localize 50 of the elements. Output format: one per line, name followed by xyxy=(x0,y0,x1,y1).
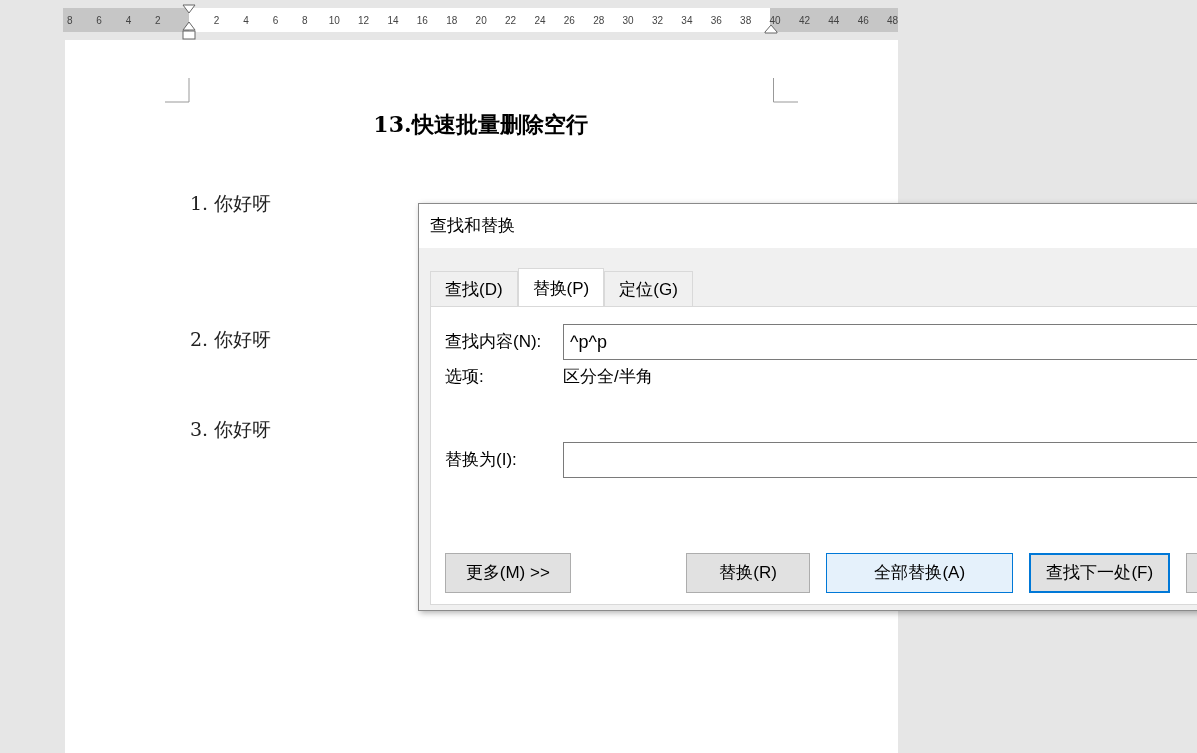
ruler-number: 4 xyxy=(125,13,132,28)
indent-marker-icon[interactable] xyxy=(182,4,196,40)
field-label: 替换为(I): xyxy=(445,448,518,471)
ruler-number: 4 xyxy=(243,13,249,28)
more-button[interactable]: 更多(M) >> xyxy=(445,552,571,593)
replace-field[interactable] xyxy=(563,441,1197,478)
dialog-title: 查找和替换 xyxy=(430,215,515,238)
ruler-number: 6 xyxy=(96,13,102,28)
document-title: 13.快速批量删除空行 xyxy=(373,110,588,139)
ruler-number: 20 xyxy=(475,13,487,28)
ruler-number: 40 xyxy=(769,13,781,28)
dialog-button[interactable]: 全部替换(A) xyxy=(826,552,1014,593)
ruler-number: 8 xyxy=(66,13,73,28)
field-label: 查找内容(N): xyxy=(445,331,543,354)
ruler-number: 26 xyxy=(563,13,575,28)
tab[interactable]: 替换(P) xyxy=(517,268,605,306)
ruler-number: 46 xyxy=(857,13,869,28)
dialog-button[interactable]: 替换(R) xyxy=(686,552,810,593)
ruler-number: 8 xyxy=(302,13,308,28)
ruler-number: 42 xyxy=(798,13,810,28)
ruler-number: 6 xyxy=(272,13,279,28)
ruler-number: 38 xyxy=(740,13,752,28)
ruler-number: 14 xyxy=(387,13,399,28)
ruler-number: 32 xyxy=(651,13,664,28)
ruler-number: 18 xyxy=(446,13,458,28)
ruler-number: 44 xyxy=(828,13,840,28)
ruler-number: 2 xyxy=(213,13,220,28)
ruler-number: 10 xyxy=(328,13,340,28)
ruler-number: 30 xyxy=(622,13,634,28)
list-item: 3. 你好呀 xyxy=(190,417,272,442)
tab[interactable]: 查找(D) xyxy=(430,271,518,306)
ruler-number: 48 xyxy=(887,13,899,28)
options-label: 选项: xyxy=(445,366,485,388)
margin-corner-icon xyxy=(165,78,190,103)
ruler-number: 2 xyxy=(155,13,161,28)
ruler-number: 28 xyxy=(593,13,605,28)
options-value: 区分全/半角 xyxy=(563,366,653,388)
tab[interactable]: 定位(G) xyxy=(604,271,693,306)
list-item: 1. 你好呀 xyxy=(190,191,272,216)
indent-marker-icon[interactable] xyxy=(764,24,778,34)
find-field[interactable]: ^p^p xyxy=(563,324,1197,360)
ruler-number: 22 xyxy=(505,13,517,28)
ruler-number: 12 xyxy=(358,13,370,28)
ruler-number: 24 xyxy=(534,13,546,28)
ruler-number: 36 xyxy=(710,13,722,28)
list-item: 2. 你好呀 xyxy=(190,326,272,352)
margin-corner-icon xyxy=(773,78,798,103)
ruler-number: 34 xyxy=(681,13,693,28)
ruler-number: 16 xyxy=(416,13,428,28)
dialog-button[interactable]: 查找下一处(F) xyxy=(1029,552,1171,593)
